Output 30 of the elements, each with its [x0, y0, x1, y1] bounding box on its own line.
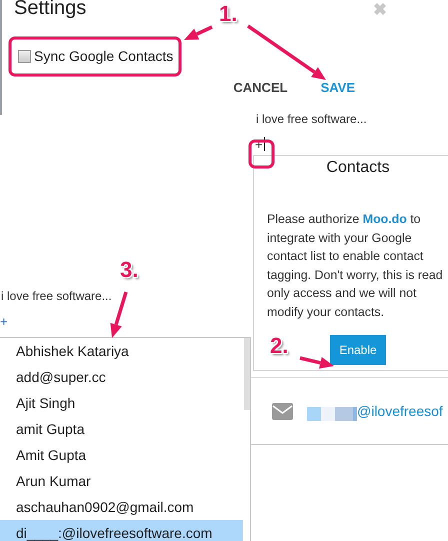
redacted-block	[307, 407, 357, 421]
authorization-message: Please authorize Moo.do to integrate with your Google contact list to enable contact tagging. Don't worry, this is read only access and we will not modify your contacts.	[267, 211, 444, 321]
contact-suggestion[interactable]: Amit Gupta	[0, 442, 243, 468]
step-number: 1.	[219, 2, 238, 26]
card-title: Contacts	[326, 158, 390, 177]
checkbox-label: Sync Google Contacts	[34, 48, 174, 64]
text-cursor	[264, 137, 265, 151]
callout-arrow	[110, 292, 128, 338]
highlight-frame	[248, 140, 274, 168]
scrollbar-thumb[interactable]	[244, 338, 250, 410]
envelope-icon	[272, 402, 293, 420]
callout-arrow	[184, 25, 213, 40]
step-number: 3.	[120, 258, 138, 282]
callout-arrow	[300, 356, 334, 369]
add-button[interactable]: +	[0, 314, 8, 329]
contact-suggestion[interactable]: add@super.cc	[0, 364, 243, 390]
email-link[interactable]: @ilovefreesof	[357, 403, 443, 419]
task-text: i love free software...	[1, 288, 112, 304]
contact-suggestion[interactable]: Ajit Singh	[0, 390, 243, 416]
task-text: i love free software...	[256, 111, 367, 127]
sync-checkbox[interactable]	[18, 50, 31, 62]
contact-suggestion[interactable]: Abhishek Katariya	[0, 338, 243, 364]
cancel-button[interactable]: CANCEL	[233, 79, 288, 95]
contact-suggestion[interactable]: amit Gupta	[0, 416, 243, 442]
contact-suggestion[interactable]: Arun Kumar	[0, 468, 243, 494]
app-link[interactable]: Moo.do	[362, 212, 407, 226]
contact-suggestion[interactable]: di____:@ilovefreesoftware.com	[0, 520, 243, 541]
step-number: 2.	[270, 334, 288, 358]
contact-suggestion[interactable]: aschauhan0902@gmail.com	[0, 494, 243, 520]
close-icon[interactable]	[372, 1, 388, 17]
